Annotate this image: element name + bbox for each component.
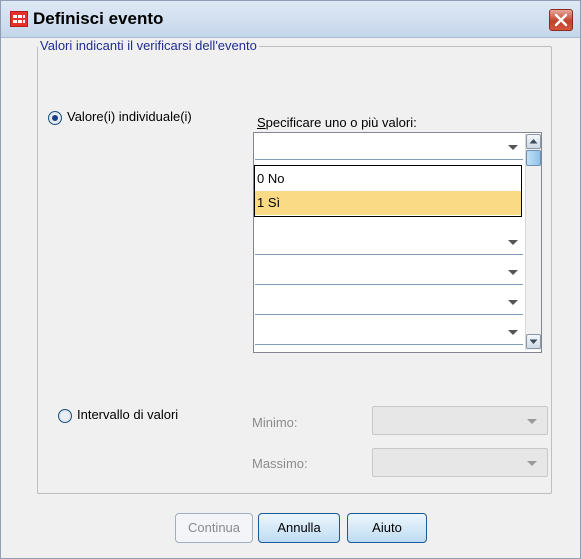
dropdown-arrow-icon[interactable] (508, 240, 518, 245)
value-combo-5[interactable] (255, 260, 523, 285)
dialog-title: Definisci evento (33, 9, 164, 28)
scroll-up-icon (529, 139, 538, 144)
maximum-label: Massimo: (252, 456, 308, 471)
close-icon (554, 13, 568, 27)
individual-values-label[interactable]: Valore(i) individuale(i) (67, 109, 192, 124)
dropdown-arrow-icon[interactable] (508, 300, 518, 305)
value-combo-7[interactable] (255, 320, 523, 345)
values-list-label: Specificare uno o più valori: (257, 115, 417, 130)
maximum-combo (372, 448, 548, 477)
help-button[interactable]: Aiuto (347, 513, 427, 543)
title-bar[interactable]: Definisci evento (1, 1, 580, 38)
range-label[interactable]: Intervallo di valori (77, 407, 178, 422)
value-combo-6[interactable] (255, 290, 523, 315)
group-label: Valori indicanti il verificarsi dell'eve… (38, 38, 259, 53)
values-scrollbar[interactable] (525, 134, 541, 350)
minimum-combo (372, 406, 548, 435)
continue-button[interactable]: Continua (175, 513, 253, 543)
value-dropdown-list[interactable]: 0 No 1 Sì (254, 165, 522, 217)
minimum-label: Minimo: (252, 415, 298, 430)
dropdown-arrow-icon (527, 461, 537, 466)
scroll-up-button[interactable] (526, 134, 541, 149)
value-combo-4[interactable] (255, 230, 523, 255)
app-grid-icon (10, 11, 28, 27)
dropdown-arrow-icon[interactable] (508, 330, 518, 335)
dialog-window: Definisci evento Valori indicanti il ver… (0, 0, 581, 559)
individual-values-radio[interactable] (48, 111, 62, 125)
range-label-text: Intervallo di valori (77, 407, 179, 422)
scroll-down-button[interactable] (526, 334, 541, 349)
dropdown-option-no[interactable]: 0 No (255, 167, 521, 191)
value-combo-1[interactable] (255, 135, 523, 160)
range-radio[interactable] (58, 409, 72, 423)
close-button[interactable] (549, 9, 573, 31)
cancel-button[interactable]: Annulla (258, 513, 340, 543)
values-list-label-text: pecificare uno o più valori: (265, 115, 417, 130)
dropdown-arrow-icon[interactable] (508, 145, 518, 150)
dropdown-option-yes[interactable]: 1 Sì (255, 191, 521, 215)
scroll-thumb[interactable] (526, 150, 541, 166)
scroll-down-icon (529, 339, 538, 344)
dropdown-arrow-icon[interactable] (508, 270, 518, 275)
dropdown-arrow-icon (527, 419, 537, 424)
